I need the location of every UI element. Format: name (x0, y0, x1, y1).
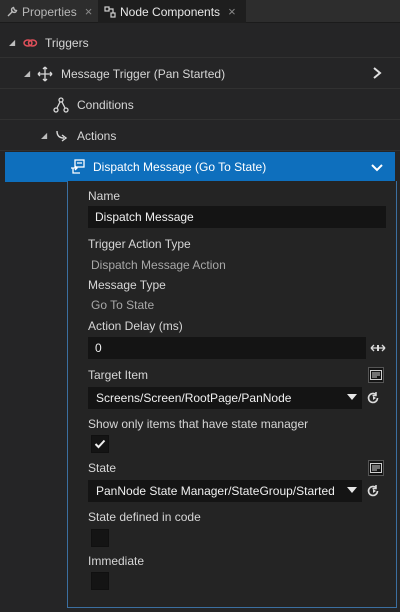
binding-editor-icon[interactable] (368, 367, 384, 383)
target-item-value: Screens/Screen/RootPage/PanNode (96, 391, 292, 405)
tree-item-triggers[interactable]: ◢ Triggers (0, 28, 400, 58)
trigger-action-type-value: Dispatch Message Action (91, 258, 226, 272)
tab-node-components[interactable]: Node Components × (98, 0, 246, 23)
target-item-dropdown[interactable]: Screens/Screen/RootPage/PanNode (88, 387, 362, 409)
tab-bar: Properties × Node Components × (0, 0, 400, 23)
tree-item-message-trigger-label: Message Trigger (Pan Started) (61, 66, 226, 81)
chevron-right-icon[interactable] (372, 67, 382, 82)
action-delay-label: Action Delay (ms) (88, 319, 183, 333)
name-label: Name (88, 189, 121, 203)
tab-properties[interactable]: Properties × (0, 0, 98, 23)
tree-item-actions-label: Actions (77, 128, 117, 143)
state-label: State (88, 461, 117, 475)
tree-item-dispatch-message[interactable]: Dispatch Message (Go To State) (5, 152, 395, 182)
immediate-label: Immediate (88, 554, 145, 568)
move-arrows-icon (37, 66, 53, 82)
tree-item-conditions-label: Conditions (77, 97, 134, 112)
show-only-state-manager-label: Show only items that have state manager (88, 417, 309, 431)
show-only-state-manager-checkbox[interactable] (91, 435, 109, 453)
state-value: PanNode State Manager/StateGroup/Started (96, 484, 335, 498)
actions-arrow-icon (55, 128, 71, 144)
drag-value-icon[interactable] (370, 340, 386, 356)
action-delay-field[interactable]: 0 (88, 337, 366, 359)
dropdown-caret-icon (347, 487, 357, 493)
reset-property-icon[interactable] (365, 483, 381, 499)
dropdown-caret-icon (347, 394, 357, 400)
immediate-checkbox[interactable] (91, 572, 109, 590)
expand-arrow-icon[interactable]: ◢ (41, 131, 47, 140)
state-dropdown[interactable]: PanNode State Manager/StateGroup/Started (88, 480, 362, 502)
target-item-label: Target Item (88, 368, 149, 382)
tree-item-dispatch-message-label: Dispatch Message (Go To State) (93, 160, 267, 174)
reset-property-icon[interactable] (365, 390, 381, 406)
state-defined-in-code-label: State defined in code (88, 510, 201, 524)
tab-node-components-close-icon[interactable]: × (228, 4, 236, 19)
trigger-link-icon (22, 35, 38, 51)
tab-properties-close-icon[interactable]: × (85, 4, 93, 19)
tab-properties-label: Properties (22, 4, 77, 19)
tree-item-conditions[interactable]: Conditions (0, 90, 400, 120)
chevron-down-icon[interactable] (371, 162, 383, 176)
conditions-icon (53, 96, 69, 113)
tab-node-components-label: Node Components (120, 4, 221, 19)
expand-arrow-icon[interactable]: ◢ (24, 69, 30, 78)
trigger-action-type-label: Trigger Action Type (88, 237, 191, 251)
binding-editor-icon[interactable] (368, 460, 384, 476)
tree-item-actions[interactable]: ◢ Actions (0, 121, 400, 151)
components-icon (104, 5, 116, 18)
checkmark-icon (94, 439, 106, 449)
wrench-icon (6, 6, 18, 18)
name-field[interactable]: Dispatch Message (88, 206, 386, 228)
dispatch-icon (70, 159, 86, 175)
expand-arrow-icon[interactable]: ◢ (9, 38, 15, 47)
message-type-label: Message Type (88, 278, 166, 292)
message-type-value: Go To State (91, 298, 155, 312)
tree-item-message-trigger[interactable]: ◢ Message Trigger (Pan Started) (0, 59, 400, 89)
tree-item-triggers-label: Triggers (45, 35, 89, 50)
state-defined-in-code-checkbox[interactable] (91, 529, 109, 547)
